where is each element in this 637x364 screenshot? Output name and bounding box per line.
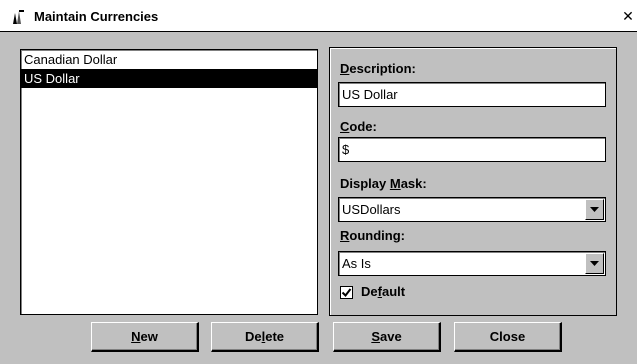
details-panel: Description: US Dollar Code: $ Display M… bbox=[329, 47, 617, 316]
list-item-us-dollar[interactable]: US Dollar bbox=[21, 69, 317, 88]
app-icon bbox=[10, 9, 26, 25]
check-icon bbox=[341, 288, 352, 298]
rounding-dropdown[interactable]: As Is bbox=[338, 251, 606, 276]
display-mask-value: USDollars bbox=[342, 202, 401, 217]
default-label: Default bbox=[361, 284, 406, 299]
chevron-down-icon bbox=[590, 261, 599, 266]
chevron-down-icon bbox=[590, 207, 599, 212]
currency-listbox[interactable]: Canadian Dollar US Dollar bbox=[20, 49, 318, 315]
rounding-value: As Is bbox=[342, 256, 371, 271]
description-field[interactable]: US Dollar bbox=[338, 82, 606, 107]
title-bar[interactable]: Maintain Currencies ✕ bbox=[0, 0, 637, 32]
save-button[interactable]: Save bbox=[333, 322, 441, 352]
code-label: Code: bbox=[340, 119, 377, 134]
window-title: Maintain Currencies bbox=[34, 9, 159, 24]
display-mask-label: Display Mask: bbox=[340, 176, 427, 191]
maintain-currencies-window: Maintain Currencies ✕ Canadian Dollar US… bbox=[0, 0, 637, 364]
close-icon[interactable]: ✕ bbox=[621, 8, 635, 24]
delete-button[interactable]: Delete bbox=[211, 322, 319, 352]
rounding-dropdown-button[interactable] bbox=[585, 253, 604, 274]
display-mask-dropdown[interactable]: USDollars bbox=[338, 197, 606, 222]
rounding-label: Rounding: bbox=[340, 228, 405, 243]
close-button[interactable]: Close bbox=[454, 322, 562, 352]
default-checkbox[interactable] bbox=[340, 286, 353, 299]
display-mask-dropdown-button[interactable] bbox=[585, 199, 604, 220]
description-label: Description: bbox=[340, 61, 416, 76]
list-item-canadian-dollar[interactable]: Canadian Dollar bbox=[21, 50, 317, 69]
code-field[interactable]: $ bbox=[338, 137, 606, 162]
new-button[interactable]: New bbox=[91, 322, 199, 352]
